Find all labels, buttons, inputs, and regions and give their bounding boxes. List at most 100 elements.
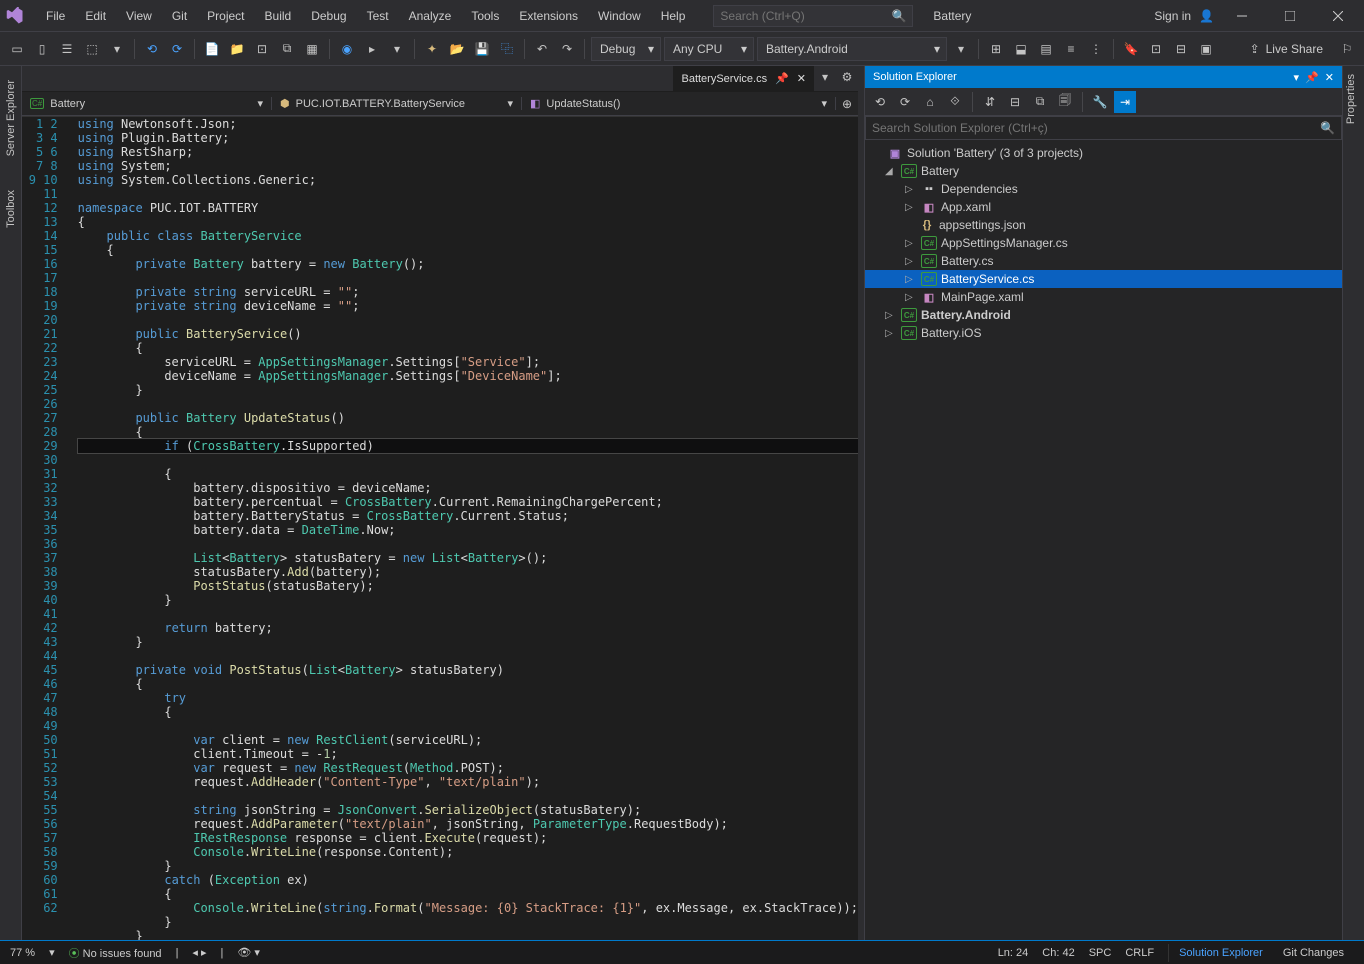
- start-icon[interactable]: ▾: [950, 38, 972, 60]
- gear-icon[interactable]: ⚙: [836, 66, 858, 88]
- menu-git[interactable]: Git: [162, 5, 197, 27]
- undo-icon[interactable]: ↶: [531, 38, 553, 60]
- se-fwd-icon[interactable]: ⟳: [894, 91, 916, 113]
- new-file-icon[interactable]: 📄: [201, 38, 223, 60]
- nav-class[interactable]: ⬢ PUC.IOT.BATTERY.BatteryService▾: [272, 97, 522, 110]
- tree-appsettings[interactable]: {} appsettings.json: [865, 216, 1342, 234]
- folder-icon[interactable]: ▦: [301, 38, 323, 60]
- user-icon[interactable]: 👤: [1199, 9, 1214, 23]
- back-icon[interactable]: ⟲: [141, 38, 163, 60]
- startup-dropdown[interactable]: Battery.Android▾: [757, 37, 947, 61]
- menu-extensions[interactable]: Extensions: [509, 5, 588, 27]
- status-tab-solution-explorer[interactable]: Solution Explorer: [1169, 944, 1273, 962]
- tool7-icon[interactable]: ⊟: [1170, 38, 1192, 60]
- redo-icon[interactable]: ↷: [556, 38, 578, 60]
- tablet-icon[interactable]: ▯: [31, 38, 53, 60]
- se-search-input[interactable]: [872, 121, 1320, 135]
- close-button[interactable]: [1318, 2, 1358, 30]
- live-share-button[interactable]: ⇪ Live Share: [1240, 42, 1333, 56]
- tool2-icon[interactable]: ⬓: [1010, 38, 1032, 60]
- tree-project-ios[interactable]: ▷C# Battery.iOS: [865, 324, 1342, 342]
- open-icon[interactable]: 📂: [446, 38, 468, 60]
- tree-dependencies[interactable]: ▷▪▪ Dependencies: [865, 180, 1342, 198]
- se-showall-icon[interactable]: ⧉: [1029, 91, 1051, 113]
- tree-mainpage[interactable]: ▷◧ MainPage.xaml: [865, 288, 1342, 306]
- doc-tab-batteryservice[interactable]: BatteryService.cs 📌 ✕: [673, 66, 814, 91]
- status-tab-git-changes[interactable]: Git Changes: [1273, 944, 1354, 962]
- tree-project-battery[interactable]: ◢ C# Battery: [865, 162, 1342, 180]
- issues-indicator[interactable]: ⦿ No issues found: [69, 945, 162, 961]
- dropdown-icon[interactable]: ▾: [386, 38, 408, 60]
- rail-tab-properties[interactable]: Properties: [1343, 66, 1359, 132]
- menu-view[interactable]: View: [116, 5, 162, 27]
- se-search[interactable]: 🔍: [865, 116, 1342, 140]
- phone-icon[interactable]: ☰: [56, 38, 78, 60]
- menu-test[interactable]: Test: [357, 5, 399, 27]
- tree-batterycs[interactable]: ▷C# Battery.cs: [865, 252, 1342, 270]
- split-icon[interactable]: ⊕: [836, 93, 858, 115]
- tool1-icon[interactable]: ⊞: [985, 38, 1007, 60]
- save-icon[interactable]: ⊡: [251, 38, 273, 60]
- save-blue-icon[interactable]: 💾: [471, 38, 493, 60]
- tool4-icon[interactable]: ≡: [1060, 38, 1082, 60]
- tree-solution[interactable]: ▣ Solution 'Battery' (3 of 3 projects): [865, 144, 1342, 162]
- se-back-icon[interactable]: ⟲: [869, 91, 891, 113]
- menu-tools[interactable]: Tools: [461, 5, 509, 27]
- rail-tab-toolbox[interactable]: Toolbox: [3, 182, 19, 236]
- open-file-icon[interactable]: 📁: [226, 38, 248, 60]
- menu-build[interactable]: Build: [255, 5, 302, 27]
- panel-menu-icon[interactable]: ▾: [1294, 71, 1300, 84]
- tree-app-xaml[interactable]: ▷◧ App.xaml: [865, 198, 1342, 216]
- panel-pin-icon[interactable]: 📌: [1305, 71, 1319, 84]
- minimize-button[interactable]: [1222, 2, 1262, 30]
- forward-icon[interactable]: ⟳: [166, 38, 188, 60]
- tree-batteryservice[interactable]: ▷C# BatteryService.cs: [865, 270, 1342, 288]
- nav-back-icon[interactable]: ◉: [336, 38, 358, 60]
- config-dropdown[interactable]: Debug▾: [591, 37, 661, 61]
- bookmark-icon[interactable]: 🔖: [1120, 38, 1142, 60]
- se-sync-icon[interactable]: ⟐: [944, 91, 966, 113]
- device-icon[interactable]: ▭: [6, 38, 28, 60]
- zoom-level[interactable]: 77 %: [10, 947, 35, 959]
- solution-tree[interactable]: ▣ Solution 'Battery' (3 of 3 projects) ◢…: [865, 140, 1342, 940]
- menu-file[interactable]: File: [36, 5, 75, 27]
- tool8-icon[interactable]: ▣: [1195, 38, 1217, 60]
- global-search[interactable]: 🔍: [713, 5, 913, 27]
- sign-in-link[interactable]: Sign in: [1154, 9, 1191, 23]
- tab-dropdown-icon[interactable]: ▾: [814, 66, 836, 88]
- tool3-icon[interactable]: ▤: [1035, 38, 1057, 60]
- rail-tab-server-explorer[interactable]: Server Explorer: [3, 72, 19, 164]
- menu-help[interactable]: Help: [651, 5, 696, 27]
- close-tab-icon[interactable]: ✕: [797, 72, 806, 85]
- pin-icon[interactable]: 📌: [775, 72, 789, 85]
- nav-project[interactable]: C# Battery▾: [22, 97, 272, 110]
- new-item-icon[interactable]: ✦: [421, 38, 443, 60]
- saveall-blue-icon[interactable]: ⿻: [496, 38, 518, 60]
- se-copy-icon[interactable]: 🗐: [1054, 91, 1076, 113]
- code-editor[interactable]: using Newtonsoft.Json; using Plugin.Batt…: [70, 117, 858, 940]
- tree-project-android[interactable]: ▷C# Battery.Android: [865, 306, 1342, 324]
- menu-debug[interactable]: Debug: [301, 5, 356, 27]
- save-all-icon[interactable]: ⧉: [276, 38, 298, 60]
- nav-method[interactable]: ◧ UpdateStatus()▾: [522, 97, 836, 110]
- global-search-input[interactable]: [720, 9, 906, 23]
- tool6-icon[interactable]: ⊡: [1145, 38, 1167, 60]
- config-icon[interactable]: 👁 ▾: [237, 946, 260, 959]
- se-wrench-icon[interactable]: 🔧: [1089, 91, 1111, 113]
- se-collapse-icon[interactable]: ⊟: [1004, 91, 1026, 113]
- nav-controls[interactable]: ◂ ▸: [192, 946, 206, 959]
- tree-appsettingsmgr[interactable]: ▷C# AppSettingsManager.cs: [865, 234, 1342, 252]
- sync-icon[interactable]: ▾: [106, 38, 128, 60]
- person-icon[interactable]: ⚐: [1336, 38, 1358, 60]
- panel-close-icon[interactable]: ✕: [1325, 71, 1334, 84]
- menu-project[interactable]: Project: [197, 5, 254, 27]
- menu-edit[interactable]: Edit: [75, 5, 116, 27]
- maximize-button[interactable]: [1270, 2, 1310, 30]
- menu-analyze[interactable]: Analyze: [399, 5, 462, 27]
- menu-window[interactable]: Window: [588, 5, 651, 27]
- platform-dropdown[interactable]: Any CPU▾: [664, 37, 754, 61]
- se-preview-icon[interactable]: ⇥: [1114, 91, 1136, 113]
- tool5-icon[interactable]: ⋮: [1085, 38, 1107, 60]
- link-icon[interactable]: ⬚: [81, 38, 103, 60]
- se-home-icon[interactable]: ⌂: [919, 91, 941, 113]
